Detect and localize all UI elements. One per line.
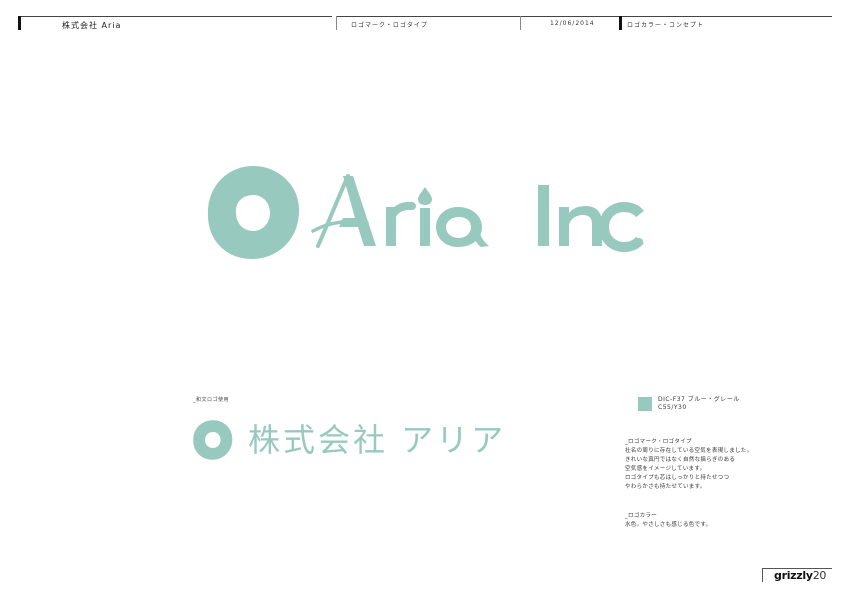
color-concept-title: _ロゴカラー [625,513,658,519]
header-bar-right [619,16,622,30]
color-spec: DIC-F37 ブルー・グレール C55/Y30 [658,396,740,412]
concept-line: 空気感をイメージしています。 [625,466,706,472]
logo-letter-r-arm [387,201,416,221]
footer-brand: grizzly20 [774,569,826,582]
header-topic: ロゴカラー・コンセプト [627,22,705,29]
concept-notes: _ロゴマーク・ロゴタイプ 社名の周りに存在している空気を表現しました。 きれいな… [625,438,752,492]
header-company: 株式会社 Aria [62,21,122,30]
header-rule-right [336,16,832,17]
color-swatch [638,397,652,411]
header-section: ロゴマーク・ロゴタイプ [351,22,428,29]
header-separator-1 [336,16,337,30]
japanese-logo: 株式会社 アリア [192,419,506,461]
color-spec-line-1: DIC-F37 ブルー・グレール [658,396,740,403]
logo-letter-c [598,201,644,253]
logo-ring-mark [207,165,300,259]
concept-title: _ロゴマーク・ロゴタイプ [625,439,692,445]
footer-brand-name: grizzly [774,569,813,582]
color-concept-notes: _ロゴカラー 水色。やさしさも感じる色です。 [625,512,711,530]
logo-period [635,238,643,246]
header-bar-left [18,16,21,30]
concept-line: 社名の周りに存在している空気を表現しました。 [625,448,753,454]
japanese-logo-caption: _和文ロゴ使用 [193,397,230,403]
color-spec-line-2: C55/Y30 [658,404,687,411]
logo-letter-i-stem [420,208,430,246]
footer-rule-vertical [762,568,763,582]
logo-letter-a-stroke [316,174,350,248]
concept-line: ロゴタイプも芯はしっかりと持たせつつ [625,475,730,481]
header-separator-2 [520,16,521,30]
header-date: 12/06/2014 [550,20,595,27]
logo-letter-i-drop [418,187,432,205]
logo-letter-I [538,185,549,246]
color-concept-line: 水色。やさしさも感じる色です。 [625,522,712,528]
japanese-logo-text: 株式会社 アリア [248,421,507,459]
aria-main-logo [207,165,644,259]
header-rule-left [18,16,332,17]
concept-line: きれいな真円ではなく自然な揺らぎのある [625,457,736,463]
logo-letter-n [559,206,602,246]
concept-line: やわらかさも持たせています。 [625,484,706,490]
jp-logo-ring-mark [193,420,233,460]
page-number: 20 [812,569,827,582]
